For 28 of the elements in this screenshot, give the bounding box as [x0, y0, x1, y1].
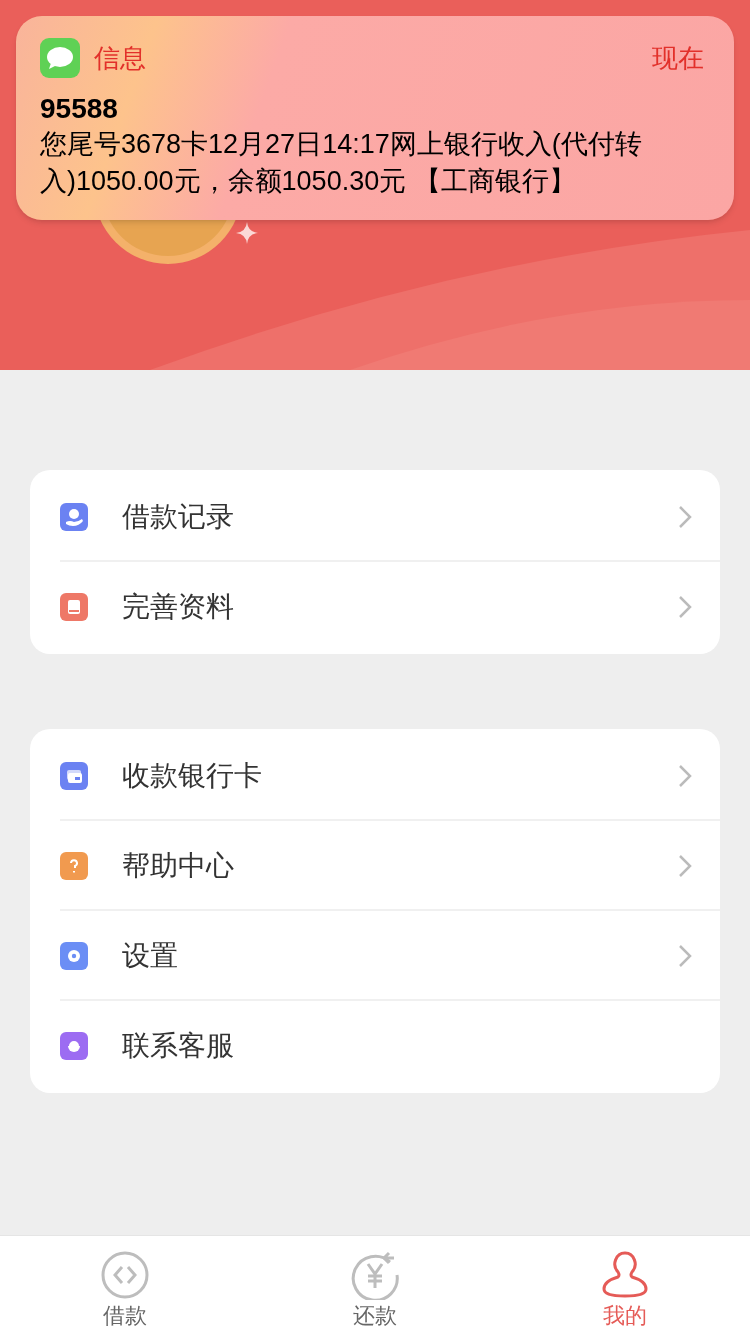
menu-item[interactable]: 完善资料 — [30, 562, 720, 652]
tab[interactable]: 还款 — [250, 1236, 500, 1334]
tab-icon — [100, 1250, 150, 1300]
menu-item[interactable]: 帮助中心 — [30, 821, 720, 911]
notification-time: 现在 — [652, 41, 704, 75]
tab[interactable]: 我的 — [500, 1236, 750, 1334]
menu-label: 联系客服 — [122, 1029, 235, 1063]
messages-app-icon — [40, 38, 80, 78]
menu-item[interactable]: 借款记录 — [30, 472, 720, 562]
menu-item[interactable]: 设置 — [30, 911, 720, 1001]
menu-label: 借款记录 — [122, 500, 235, 534]
menu-label: 收款银行卡 — [122, 759, 263, 793]
sparkle-icon — [236, 222, 258, 244]
app-name: 信息 — [94, 41, 147, 75]
book-icon — [60, 593, 88, 621]
yen-arrow-icon — [350, 1250, 400, 1300]
menu-label: 完善资料 — [122, 590, 235, 624]
bank-card-icon — [60, 762, 88, 790]
menu-label: 设置 — [122, 939, 179, 973]
sender: 95588 — [40, 92, 119, 126]
message-body: 您尾号3678卡12月27日14:17网上银行收入(代付转入)1050.00元，余额1050.30元 【工商银行】 — [40, 128, 643, 198]
menu-item[interactable]: 联系客服 — [30, 1001, 720, 1091]
tab[interactable]: 借款 — [0, 1236, 250, 1334]
notification-banner[interactable]: 信息 现在 95588 您尾号3678卡12月27日14:17网上银行收入(代付转入)1050.00元，余额1050.30元 【工商银行】 — [16, 16, 734, 220]
person-icon — [600, 1250, 650, 1300]
menu-label: 帮助中心 — [122, 849, 235, 883]
menu-item[interactable]: 收款银行卡 — [30, 731, 720, 821]
question-icon — [60, 852, 88, 880]
